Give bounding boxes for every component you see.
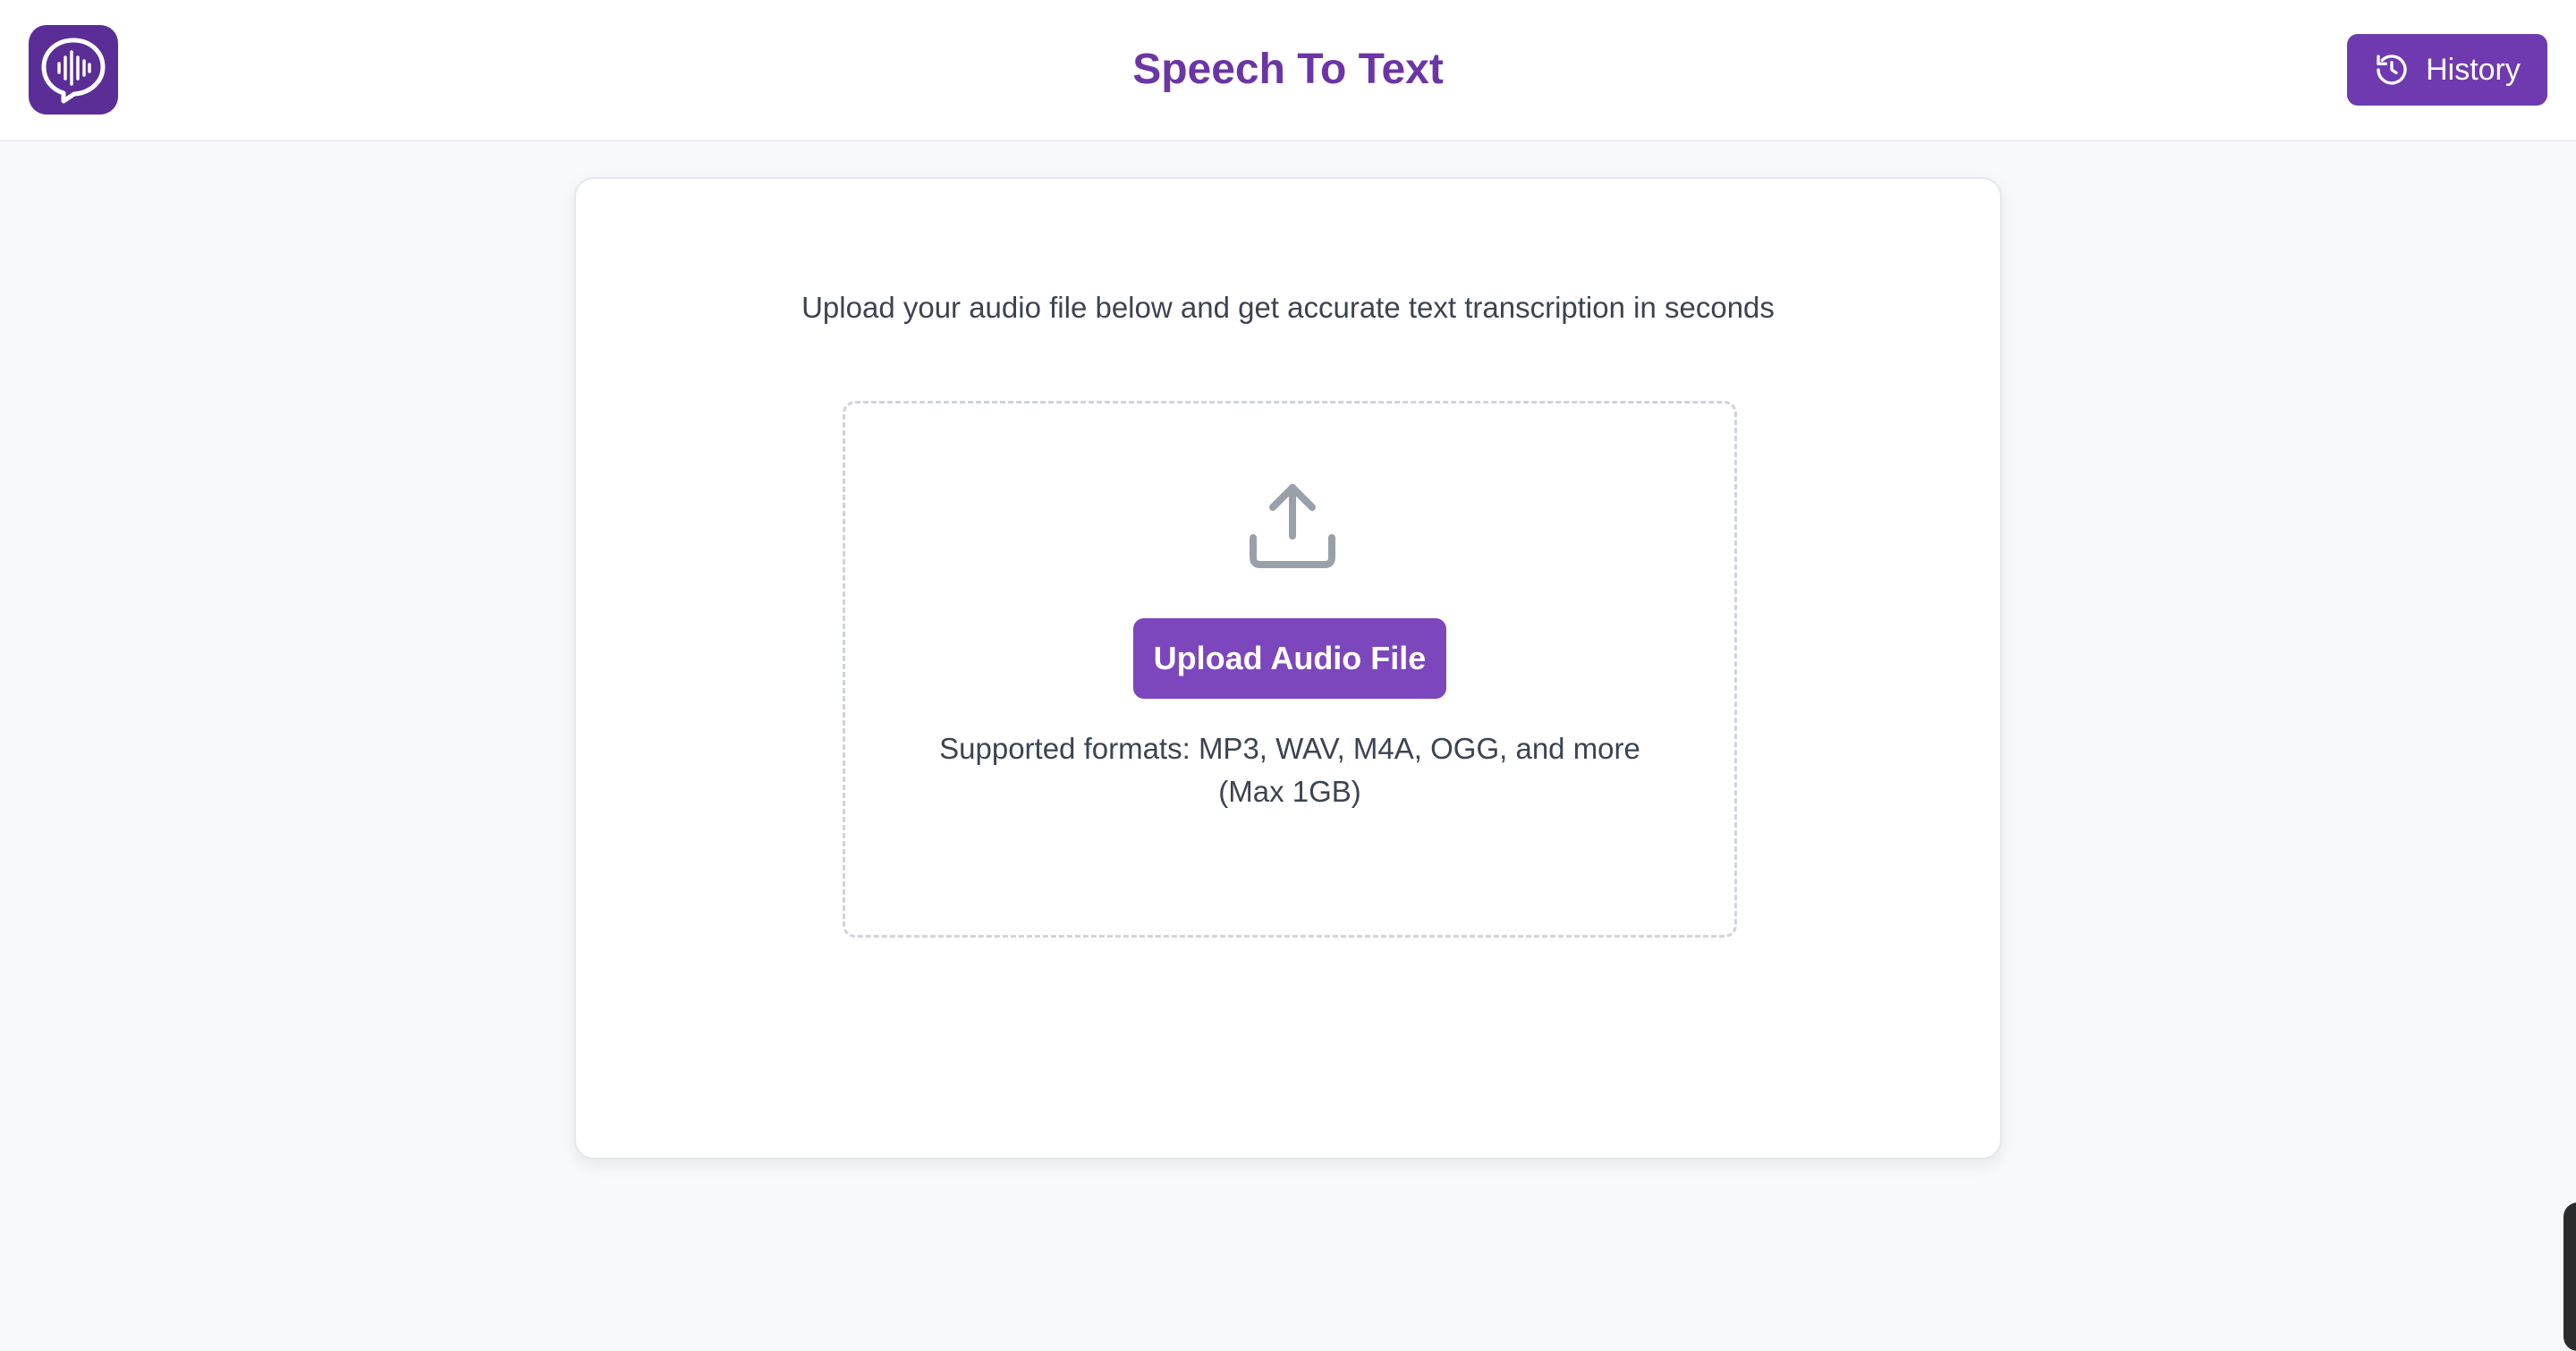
supported-formats-text: Supported formats: MP3, WAV, M4A, OGG, a… — [845, 727, 1734, 813]
upload-card: Upload your audio file below and get acc… — [574, 177, 2002, 1160]
intro-text: Upload your audio file below and get acc… — [801, 291, 1775, 324]
history-clock-icon — [2377, 55, 2407, 85]
history-button[interactable]: History — [2347, 34, 2547, 106]
page-title: Speech To Text — [1132, 46, 1444, 93]
upload-icon — [1250, 484, 1335, 568]
history-button-label: History — [2426, 52, 2521, 87]
top-bar: Speech To Text History — [0, 0, 2576, 141]
upload-audio-button[interactable]: Upload Audio File — [1133, 618, 1446, 699]
side-panel-handle[interactable] — [2563, 1202, 2576, 1351]
supported-formats-line: Supported formats: MP3, WAV, M4A, OGG, a… — [939, 732, 1640, 765]
max-size-text: (Max 1GB) — [1218, 775, 1361, 808]
audio-dropzone[interactable]: Upload Audio File Supported formats: MP3… — [843, 401, 1737, 938]
